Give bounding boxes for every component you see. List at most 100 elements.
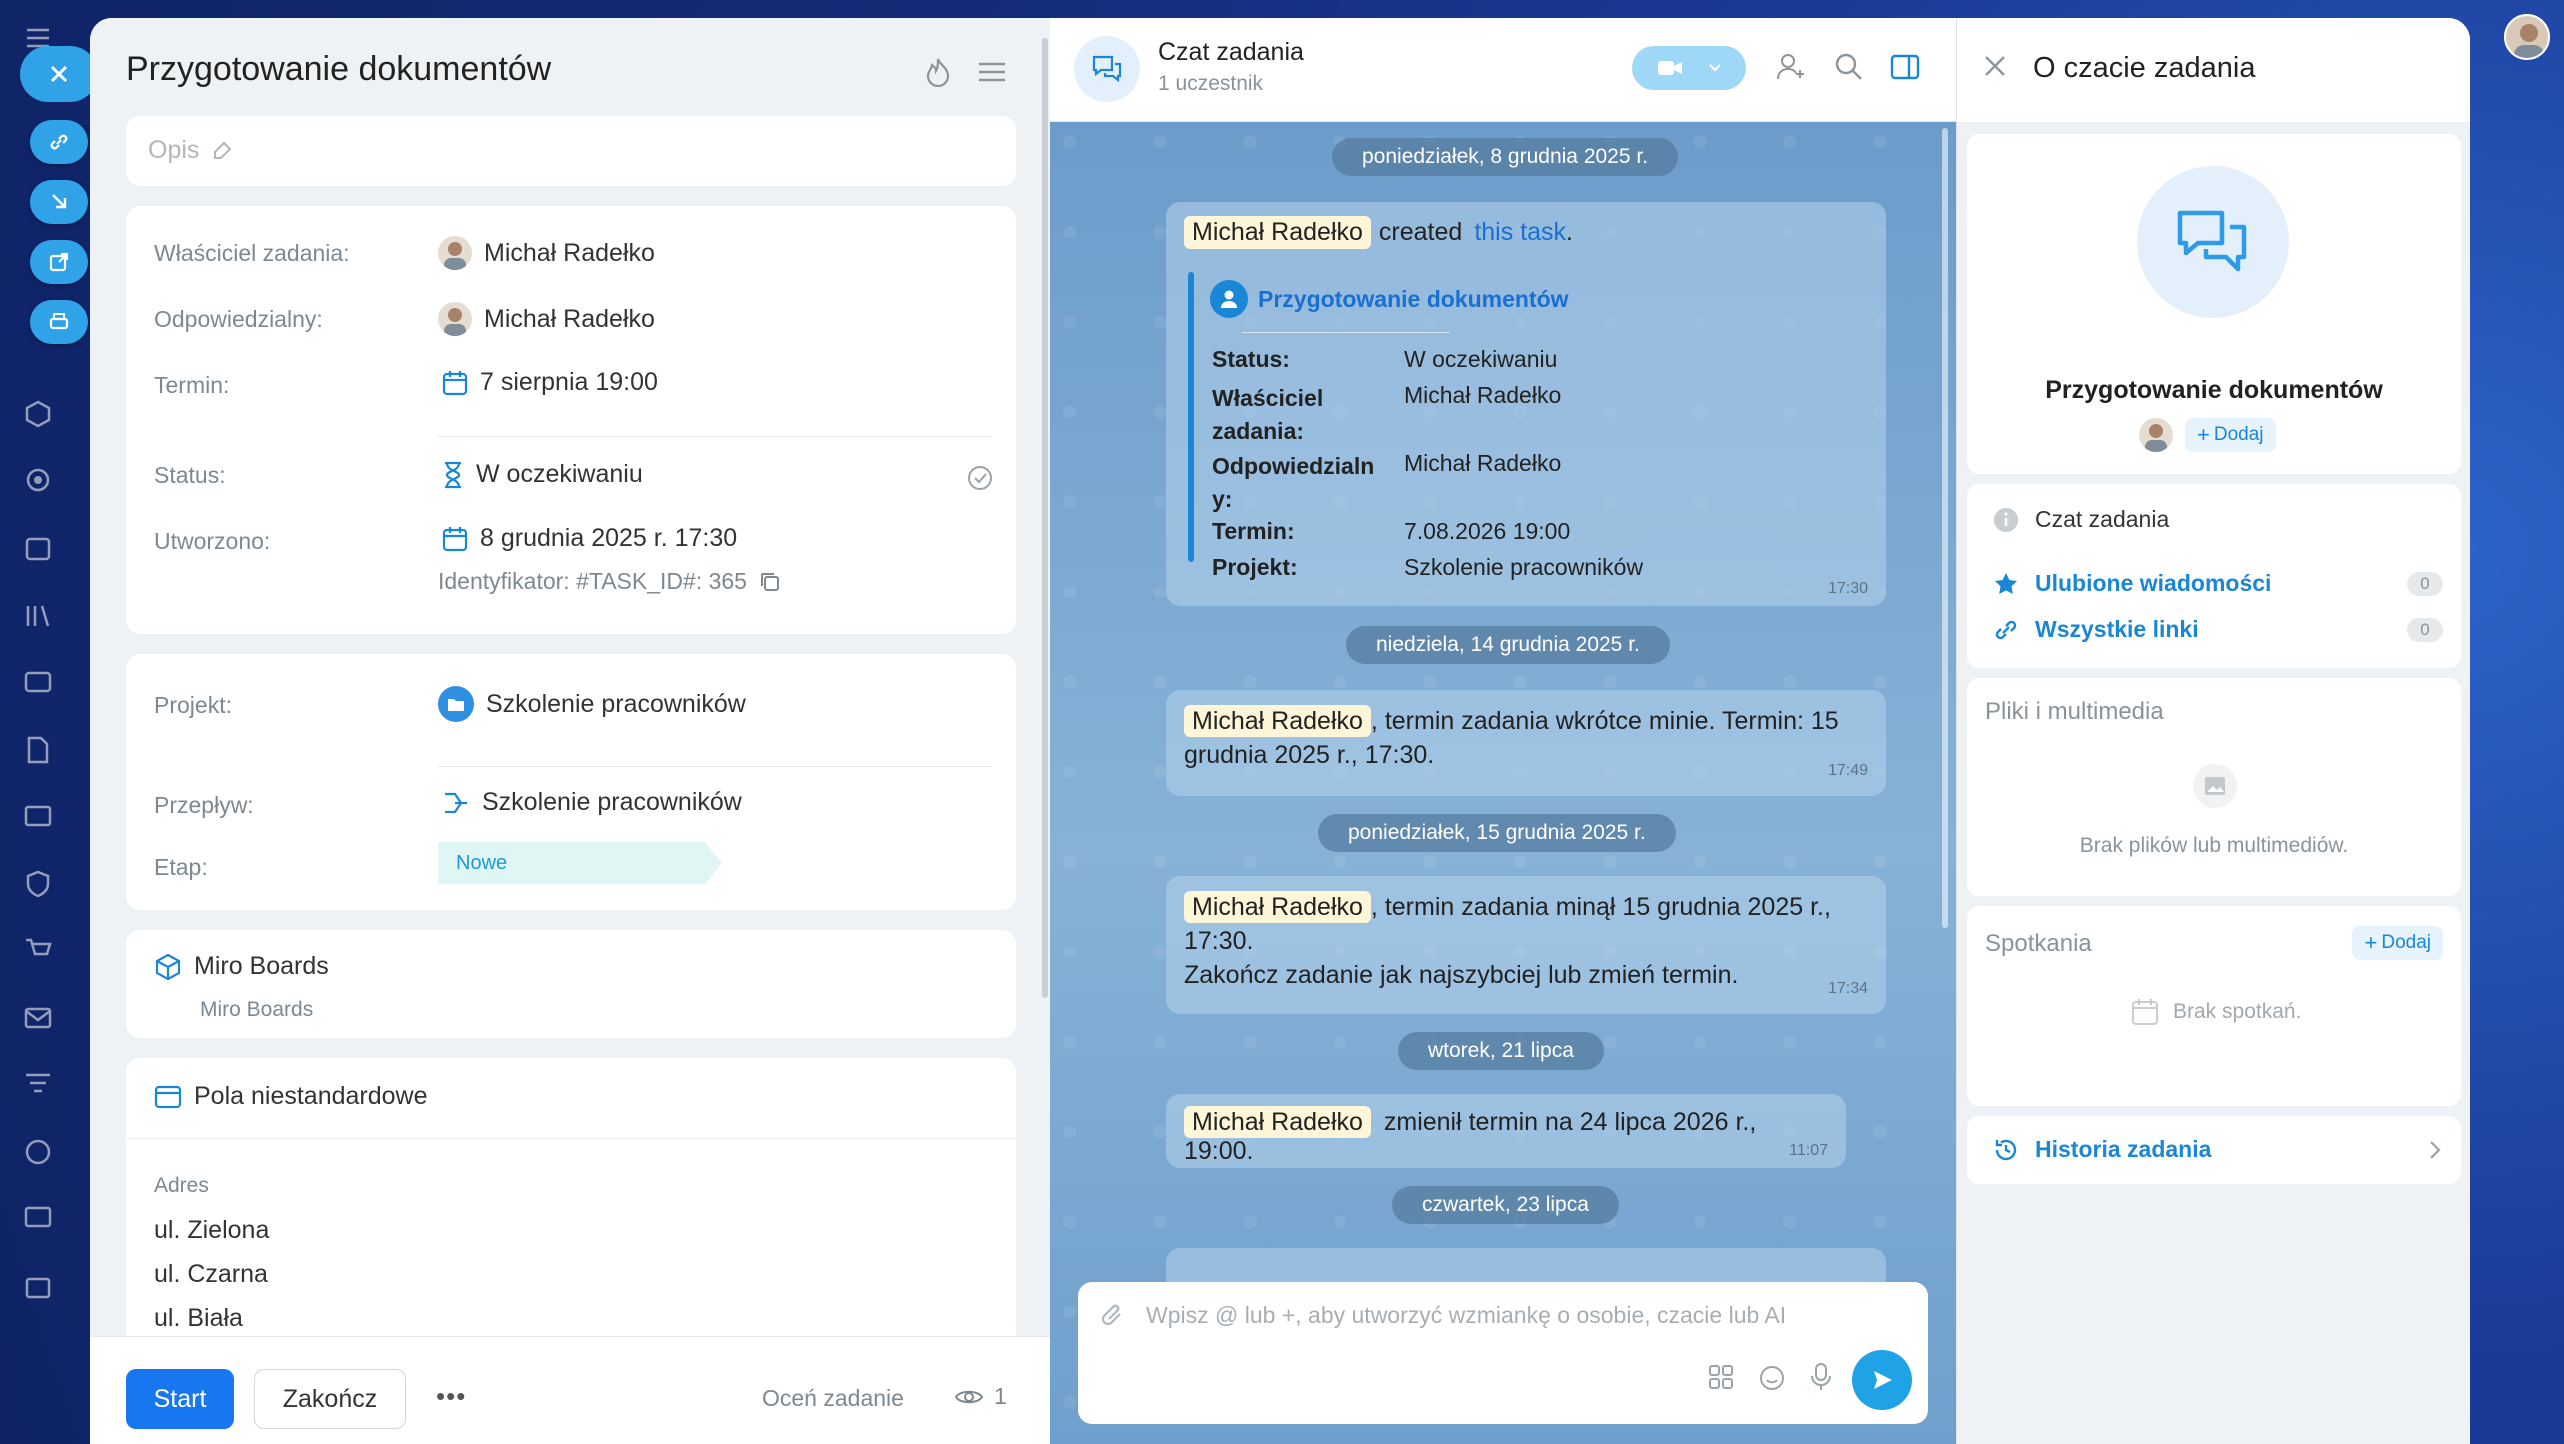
chat-bubbles-icon (2177, 210, 2247, 272)
video-call-button[interactable] (1632, 46, 1746, 90)
chevron-right-icon (2429, 1140, 2441, 1160)
close-slider-button[interactable] (20, 46, 98, 102)
owner-label: Właściciel zadania: (154, 240, 350, 266)
finish-button[interactable]: Zakończ (254, 1369, 406, 1429)
date-separator: wtorek, 21 lipca (1398, 1032, 1604, 1070)
author-mention[interactable]: Michał Radełko (1184, 705, 1371, 737)
chat-title[interactable]: Czat zadania (1158, 38, 1304, 67)
gear-icon[interactable] (20, 462, 56, 498)
eye-icon (954, 1390, 984, 1403)
copy-link-button[interactable] (30, 120, 88, 164)
rate-task-link[interactable]: Oceń zadanie (762, 1385, 904, 1412)
chat-message[interactable]: Michał Radełko, termin zadania wkrótce m… (1166, 690, 1886, 796)
message-input-placeholder[interactable]: Wpisz @ lub +, aby utworzyć wzmiankę o o… (1146, 1302, 1786, 1329)
start-button[interactable]: Start (126, 1369, 234, 1429)
message-text: created (1378, 218, 1463, 246)
link-icon (1995, 620, 2017, 639)
send-button[interactable] (1852, 1350, 1912, 1410)
description-field[interactable]: Opis (126, 116, 1016, 186)
add-member-button[interactable]: + Dodaj (2185, 418, 2276, 452)
chat-name: Przygotowanie dokumentów (2045, 376, 2383, 404)
task-title[interactable]: Przygotowanie dokumentów (126, 50, 551, 89)
task-card-title-text: Przygotowanie dokumentów (1258, 285, 1569, 312)
task-card-title[interactable]: Przygotowanie dokumentów (1210, 280, 1569, 318)
mail-icon[interactable] (20, 1000, 56, 1036)
folder-icon (438, 686, 474, 722)
more-actions-button[interactable]: ••• (436, 1381, 466, 1412)
stage-badge[interactable]: Nowe (438, 842, 722, 884)
responsible-name: Michał Radełko (484, 304, 655, 333)
board-icon[interactable] (20, 800, 56, 836)
apps-grid-icon[interactable] (1708, 1364, 1734, 1390)
message-input-box[interactable]: Wpisz @ lub +, aby utworzyć wzmiankę o o… (1078, 1282, 1928, 1424)
status-change-icon[interactable] (966, 464, 994, 492)
open-new-window-button[interactable] (30, 240, 88, 284)
task-link[interactable]: this task (1474, 218, 1566, 247)
calendar-empty-icon (2132, 999, 2158, 1025)
shield-icon[interactable] (20, 866, 56, 902)
date-separator: niedziela, 14 grudnia 2025 r. (1346, 626, 1670, 664)
add-participant-icon[interactable] (1776, 52, 1806, 82)
custom-fields-title-text: Pola niestandardowe (194, 1082, 428, 1110)
links-count: 0 (2407, 618, 2443, 642)
stage-label: Etap: (154, 854, 208, 880)
scrollbar[interactable] (1042, 38, 1048, 998)
emoji-icon[interactable] (1758, 1364, 1786, 1392)
owner-value[interactable]: Michał Radełko (438, 236, 655, 270)
add-member-label: Dodaj (2213, 424, 2264, 445)
library-icon[interactable] (20, 598, 56, 634)
filter-icon[interactable] (20, 1066, 56, 1102)
hamburger-menu-icon[interactable] (972, 52, 1012, 92)
member-avatar[interactable] (2139, 418, 2173, 452)
edit-icon (214, 141, 232, 159)
miro-title: Miro Boards (154, 952, 329, 981)
screen-icon[interactable] (20, 1200, 56, 1236)
project-block: Projekt: Szkolenie pracowników Przepływ:… (126, 654, 1016, 910)
print-button[interactable] (30, 300, 88, 344)
flow-icon (445, 792, 467, 813)
miro-boards-block[interactable]: Miro Boards Miro Boards (126, 930, 1016, 1038)
microphone-icon[interactable] (1810, 1362, 1832, 1392)
task-history-link[interactable]: Historia zadania (1967, 1116, 2461, 1184)
favorites-link[interactable]: Ulubione wiadomości (1993, 570, 2271, 597)
address-label: Adres (154, 1174, 209, 1197)
responsible-value[interactable]: Michał Radełko (438, 302, 655, 336)
all-links-link[interactable]: Wszystkie linki (1993, 616, 2199, 643)
download-button[interactable] (30, 180, 88, 224)
project-name: Szkolenie pracowników (486, 689, 746, 718)
chat-scrollbar[interactable] (1942, 128, 1948, 928)
project-value[interactable]: Szkolenie pracowników (438, 686, 746, 722)
created-label: Utworzono: (154, 528, 271, 554)
cart-icon[interactable] (20, 932, 56, 968)
files-title: Pliki i multimedia (1985, 698, 2164, 725)
author-mention[interactable]: Michał Radełko (1184, 1106, 1371, 1138)
divider (126, 1138, 1016, 1139)
deadline-value[interactable]: 7 sierpnia 19:00 (442, 368, 658, 397)
chat-message[interactable]: Michał Radełko, termin zadania minął 15 … (1166, 876, 1886, 1014)
add-meeting-button[interactable]: + Dodaj (2352, 926, 2443, 960)
calendar-icon[interactable] (20, 530, 56, 566)
chart-icon[interactable] (20, 1134, 56, 1170)
user-avatar[interactable] (2504, 14, 2550, 60)
chat-info-pane: O czacie zadania Przygotowanie dokumentó… (1956, 18, 2470, 1444)
chat-message[interactable]: Michał Radełko zmienił termin na 24 lipc… (1166, 1094, 1846, 1168)
copy-icon[interactable] (759, 571, 781, 593)
flow-value[interactable]: Szkolenie pracowników (442, 788, 742, 817)
toggle-panel-icon[interactable] (1890, 54, 1920, 80)
search-icon[interactable] (1834, 52, 1864, 82)
document-icon[interactable] (20, 732, 56, 768)
author-mention[interactable]: Michał Radełko (1184, 891, 1371, 923)
files-empty-text: Brak plików lub multimediów. (2079, 834, 2349, 857)
custom-fields-block: Pola niestandardowe Adres ul. Zielona ul… (126, 1058, 1016, 1358)
chat-participants[interactable]: 1 uczestnik (1158, 72, 1263, 96)
close-icon[interactable] (1983, 54, 2007, 78)
author-mention[interactable]: Michał Radełko (1184, 216, 1371, 249)
card-icon[interactable] (20, 664, 56, 700)
description-placeholder: Opis (148, 136, 200, 164)
flame-icon[interactable] (918, 52, 958, 92)
store-icon[interactable] (20, 1268, 56, 1304)
flow-icon[interactable] (20, 396, 56, 432)
printer-icon (49, 313, 69, 330)
paperclip-icon[interactable] (1100, 1302, 1126, 1330)
chat-message[interactable]: Michał Radełko created this task. Przygo… (1166, 202, 1886, 606)
